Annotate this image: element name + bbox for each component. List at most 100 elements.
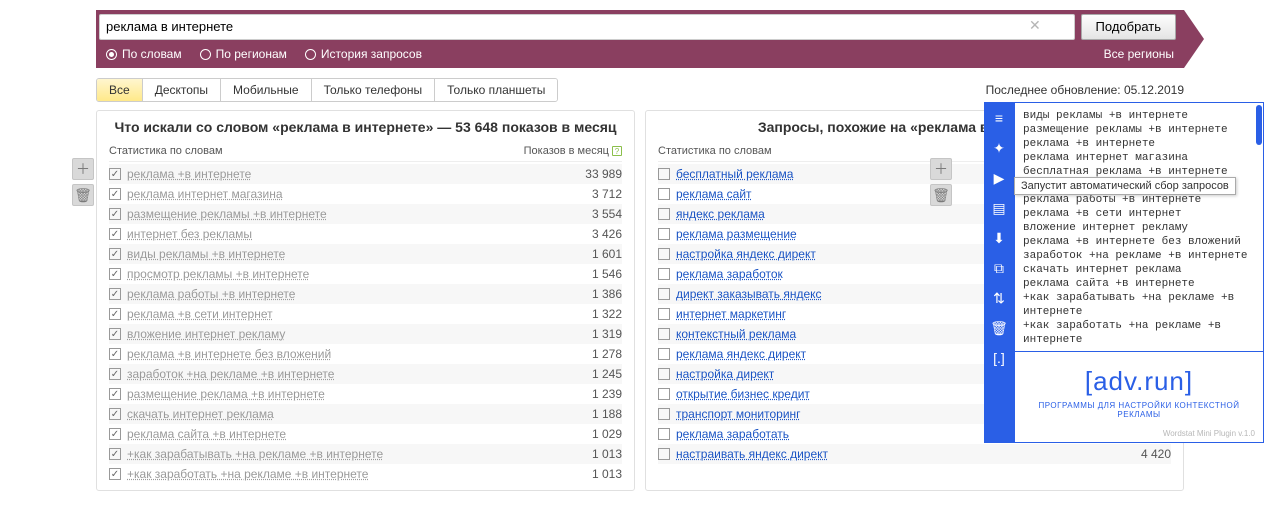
row-checkbox[interactable]	[109, 468, 121, 480]
magic-icon[interactable]: ✦	[990, 140, 1008, 156]
row-checkbox[interactable]	[658, 168, 670, 180]
keyword-link[interactable]: настраивать яндекс директ	[676, 447, 828, 461]
row-checkbox[interactable]	[658, 288, 670, 300]
mode-history-label: История запросов	[321, 47, 422, 61]
trash-right-button[interactable]: 🗑	[930, 184, 952, 206]
scrollbar-thumb[interactable]	[1256, 105, 1262, 145]
row-checkbox[interactable]	[109, 168, 121, 180]
clear-icon[interactable]: ✕	[1029, 18, 1041, 32]
tab-all[interactable]: Все	[97, 79, 143, 101]
keyword-link[interactable]: размещение рекламы +в интернете	[127, 207, 327, 221]
keyword-link[interactable]: +как заработать +на рекламе +в интернете	[127, 467, 368, 481]
row-checkbox[interactable]	[658, 208, 670, 220]
row-checkbox[interactable]	[109, 208, 121, 220]
keyword-link[interactable]: скачать интернет реклама	[127, 407, 274, 421]
help-icon[interactable]: ?	[612, 146, 622, 156]
table-row: реклама работы +в интернете 1 386	[109, 284, 622, 304]
keyword-link[interactable]: яндекс реклама	[676, 207, 765, 221]
keyword-link[interactable]: просмотр рекламы +в интернете	[127, 267, 309, 281]
keyword-link[interactable]: реклама размещение	[676, 227, 797, 241]
row-checkbox[interactable]	[109, 448, 121, 460]
row-checkbox[interactable]	[658, 408, 670, 420]
row-checkbox[interactable]	[658, 428, 670, 440]
plugin-footer: Wordstat Mini Plugin v.1.0	[1015, 423, 1263, 442]
plugin-logo[interactable]: [adv.run]	[1025, 366, 1253, 397]
tab-desktop[interactable]: Десктопы	[143, 79, 221, 101]
download-icon[interactable]: ⬇	[990, 230, 1008, 246]
trash-left-button[interactable]: 🗑	[72, 184, 94, 206]
keyword-link[interactable]: открытие бизнес кредит	[676, 387, 810, 401]
row-checkbox[interactable]	[109, 348, 121, 360]
keyword-link[interactable]: контекстный реклама	[676, 327, 796, 341]
keyword-link[interactable]: интернет маркетинг	[676, 307, 786, 321]
row-checkbox[interactable]	[658, 348, 670, 360]
keyword-link[interactable]: реклама заработок	[676, 267, 783, 281]
keyword-link[interactable]: интернет без рекламы	[127, 227, 252, 241]
tab-mobile[interactable]: Мобильные	[221, 79, 312, 101]
plugin-keyword-list[interactable]: виды рекламы +в интернетеразмещение рекл…	[1015, 103, 1263, 352]
row-checkbox[interactable]	[109, 428, 121, 440]
mode-history-radio[interactable]: История запросов	[305, 47, 422, 61]
all-regions-link[interactable]: Все регионы	[1104, 47, 1174, 61]
list-item: реклама интернет магазина	[1023, 151, 1257, 165]
search-input[interactable]	[99, 14, 1075, 40]
row-checkbox[interactable]	[109, 368, 121, 380]
keyword-link[interactable]: настройка директ	[676, 367, 774, 381]
keyword-link[interactable]: реклама +в интернете без вложений	[127, 347, 331, 361]
row-checkbox[interactable]	[658, 448, 670, 460]
row-checkbox[interactable]	[658, 328, 670, 340]
row-checkbox[interactable]	[658, 188, 670, 200]
mode-words-radio[interactable]: По словам	[106, 47, 182, 61]
play-icon[interactable]: ▶	[990, 170, 1008, 186]
sort-icon[interactable]: ⇅	[990, 290, 1008, 306]
keyword-link[interactable]: реклама сайта +в интернете	[127, 427, 286, 441]
keyword-link[interactable]: размещение реклама +в интернете	[127, 387, 325, 401]
row-checkbox[interactable]	[109, 308, 121, 320]
list-item: вложение интернет рекламу	[1023, 221, 1257, 235]
menu-icon[interactable]: ≡	[990, 110, 1008, 126]
doc-icon[interactable]: ▤	[990, 200, 1008, 216]
add-all-right-button[interactable]: ＋	[930, 158, 952, 180]
row-checkbox[interactable]	[658, 228, 670, 240]
row-checkbox[interactable]	[109, 248, 121, 260]
row-checkbox[interactable]	[109, 328, 121, 340]
row-checkbox[interactable]	[109, 228, 121, 240]
tab-phones[interactable]: Только телефоны	[312, 79, 436, 101]
keyword-link[interactable]: реклама заработать	[676, 427, 789, 441]
row-checkbox[interactable]	[658, 268, 670, 280]
keyword-link[interactable]: бесплатный реклама	[676, 167, 793, 181]
tab-tablets[interactable]: Только планшеты	[435, 79, 557, 101]
keyword-link[interactable]: реклама сайт	[676, 187, 752, 201]
keyword-link[interactable]: директ заказывать яндекс	[676, 287, 822, 301]
row-checkbox[interactable]	[109, 188, 121, 200]
copy-icon[interactable]: ⧉	[990, 260, 1008, 276]
row-checkbox[interactable]	[109, 408, 121, 420]
keyword-link[interactable]: заработок +на рекламе +в интернете	[127, 367, 334, 381]
keyword-link[interactable]: настройка яндекс директ	[676, 247, 816, 261]
right-th-words: Статистика по словам	[658, 145, 772, 157]
add-all-left-button[interactable]: ＋	[72, 158, 94, 180]
keyword-link[interactable]: реклама работы +в интернете	[127, 287, 295, 301]
keyword-link[interactable]: реклама +в интернете	[127, 167, 251, 181]
row-checkbox[interactable]	[109, 288, 121, 300]
row-checkbox[interactable]	[658, 368, 670, 380]
keyword-link[interactable]: реклама +в сети интернет	[127, 307, 273, 321]
row-checkbox[interactable]	[658, 248, 670, 260]
row-checkbox[interactable]	[658, 308, 670, 320]
row-value: 3 426	[592, 227, 622, 241]
table-row: +как зарабатывать +на рекламе +в интерне…	[109, 444, 622, 464]
row-value: 1 386	[592, 287, 622, 301]
row-checkbox[interactable]	[109, 388, 121, 400]
keyword-link[interactable]: реклама интернет магазина	[127, 187, 283, 201]
keyword-link[interactable]: реклама яндекс директ	[676, 347, 806, 361]
row-checkbox[interactable]	[658, 388, 670, 400]
submit-button[interactable]: Подобрать	[1081, 14, 1176, 40]
keyword-link[interactable]: транспорт мониторинг	[676, 407, 801, 421]
row-checkbox[interactable]	[109, 268, 121, 280]
brackets-icon[interactable]: [.]	[990, 350, 1008, 366]
keyword-link[interactable]: вложение интернет рекламу	[127, 327, 285, 341]
keyword-link[interactable]: +как зарабатывать +на рекламе +в интерне…	[127, 447, 383, 461]
keyword-link[interactable]: виды рекламы +в интернете	[127, 247, 285, 261]
mode-regions-radio[interactable]: По регионам	[200, 47, 287, 61]
delete-icon[interactable]: 🗑	[990, 320, 1008, 336]
